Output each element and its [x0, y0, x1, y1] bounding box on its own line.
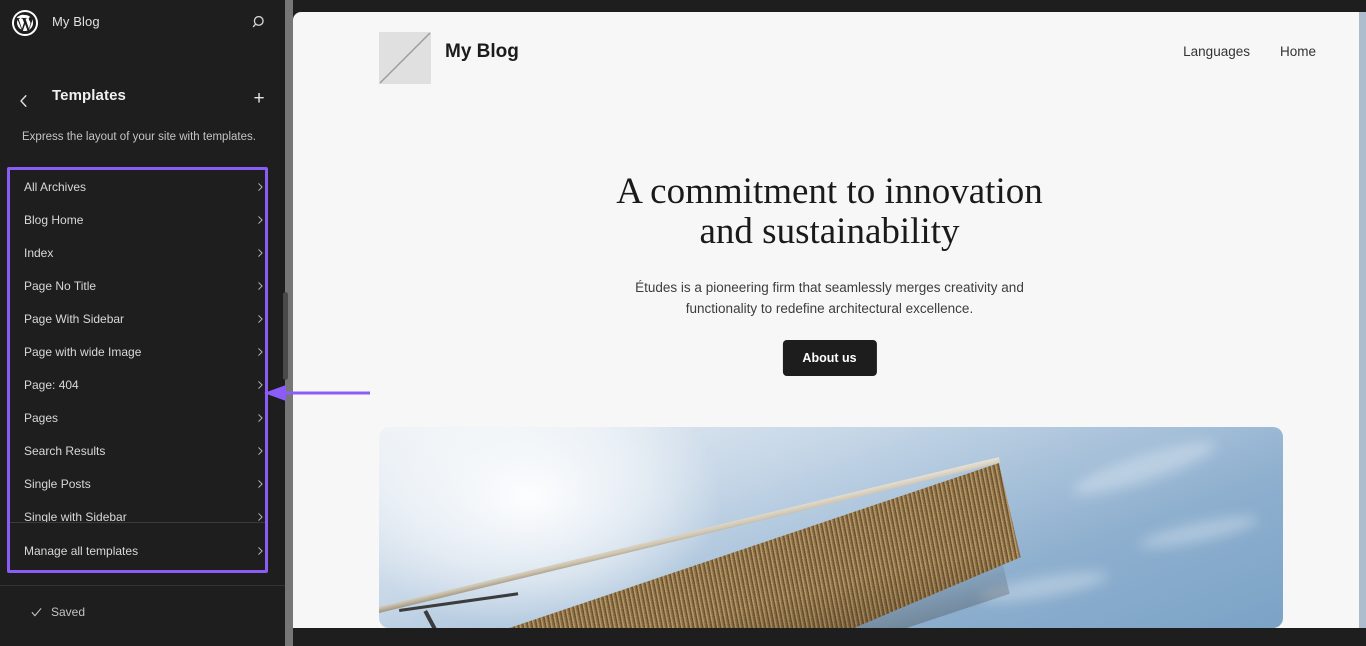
chevron-right-icon: [255, 479, 265, 489]
hero-subtitle: Études is a pioneering firm that seamles…: [635, 280, 1024, 316]
manage-all-templates-label: Manage all templates: [24, 543, 139, 558]
chevron-right-icon: [255, 314, 265, 324]
chevron-right-icon: [255, 413, 265, 423]
list-item-label: Page: 404: [24, 377, 79, 392]
sidebar-site-bar: My Blog: [0, 0, 293, 46]
search-icon[interactable]: [250, 13, 270, 33]
list-item-label: Blog Home: [24, 212, 84, 227]
list-item[interactable]: Page with wide Image: [10, 335, 265, 368]
hero-heading-line2: and sustainability: [699, 211, 960, 252]
list-item[interactable]: Page: 404: [10, 368, 265, 401]
status-label: Saved: [51, 605, 86, 619]
list-item-label: Pages: [24, 410, 59, 425]
list-item-label: Page With Sidebar: [24, 311, 125, 326]
list-item[interactable]: Pages: [10, 401, 265, 434]
list-item[interactable]: Single Posts: [10, 467, 265, 500]
status-badge: Saved: [30, 605, 85, 619]
chevron-right-icon: [255, 546, 265, 556]
nav-link-home[interactable]: Home: [1280, 44, 1316, 59]
cloud-wisp: [1068, 432, 1220, 504]
editor-bottom-bar: [293, 628, 1366, 646]
list-item[interactable]: Search Results: [10, 434, 265, 467]
architectural-canopy-photo: [379, 427, 1283, 628]
hero-heading: A commitment to innovation and sustainab…: [293, 172, 1366, 252]
preview-site-title: My Blog: [445, 41, 519, 62]
panel-description: Express the layout of your site with tem…: [22, 131, 256, 143]
list-item[interactable]: Single with Sidebar: [10, 500, 265, 522]
list-item-label: Search Results: [24, 443, 106, 458]
chevron-right-icon: [255, 215, 265, 225]
about-us-button[interactable]: About us: [782, 340, 877, 376]
list-item[interactable]: Blog Home: [10, 203, 265, 236]
list-item[interactable]: Page No Title: [10, 269, 265, 302]
list-divider: [10, 522, 265, 523]
canvas-right-edge: [1359, 12, 1366, 628]
list-scrollbar-thumb[interactable]: [283, 292, 288, 380]
sidebar-site-title: My Blog: [52, 14, 100, 29]
chevron-right-icon: [255, 248, 265, 258]
app-root: My Blog Templates + Express the layout o…: [0, 0, 1366, 646]
templates-panel-header: Templates +: [0, 85, 293, 119]
list-item-label: Page No Title: [24, 278, 97, 293]
add-template-button[interactable]: +: [250, 89, 268, 108]
page-title: Templates: [52, 87, 126, 104]
nav-link-languages[interactable]: Languages: [1183, 44, 1250, 59]
chevron-right-icon: [255, 347, 265, 357]
wordpress-logo-icon[interactable]: [12, 10, 38, 36]
list-item-label: Index: [24, 245, 54, 260]
preview-site-header: My Blog Languages Home: [293, 12, 1366, 92]
list-item[interactable]: Page With Sidebar: [10, 302, 265, 335]
preview-site-nav: Languages Home: [1183, 44, 1316, 59]
list-item-label: Page with wide Image: [24, 344, 142, 359]
check-icon: [30, 606, 43, 619]
editor-sidebar: My Blog Templates + Express the layout o…: [0, 0, 293, 646]
list-item[interactable]: All Archives: [10, 170, 265, 203]
hero-heading-line1: A commitment to innovation: [616, 171, 1043, 212]
chevron-left-icon[interactable]: [15, 92, 33, 110]
list-item-label: All Archives: [24, 179, 87, 194]
annotation-arrow-icon: [262, 385, 372, 401]
manage-all-templates-item[interactable]: Manage all templates: [10, 534, 265, 567]
chevron-right-icon: [255, 512, 265, 522]
list-item[interactable]: Index: [10, 236, 265, 269]
cloud-wisp: [1138, 510, 1260, 554]
list-item-label: Single with Sidebar: [24, 509, 127, 523]
chevron-right-icon: [255, 182, 265, 192]
site-preview-canvas[interactable]: My Blog Languages Home A commitment to i…: [293, 12, 1366, 628]
chevron-right-icon: [255, 446, 265, 456]
chevron-right-icon: [255, 281, 265, 291]
image-placeholder-icon: [379, 32, 431, 84]
templates-list[interactable]: All Archives Blog Home Index Page No Tit…: [10, 170, 265, 522]
list-item-label: Single Posts: [24, 476, 91, 491]
sidebar-bottom-divider: [0, 585, 293, 586]
